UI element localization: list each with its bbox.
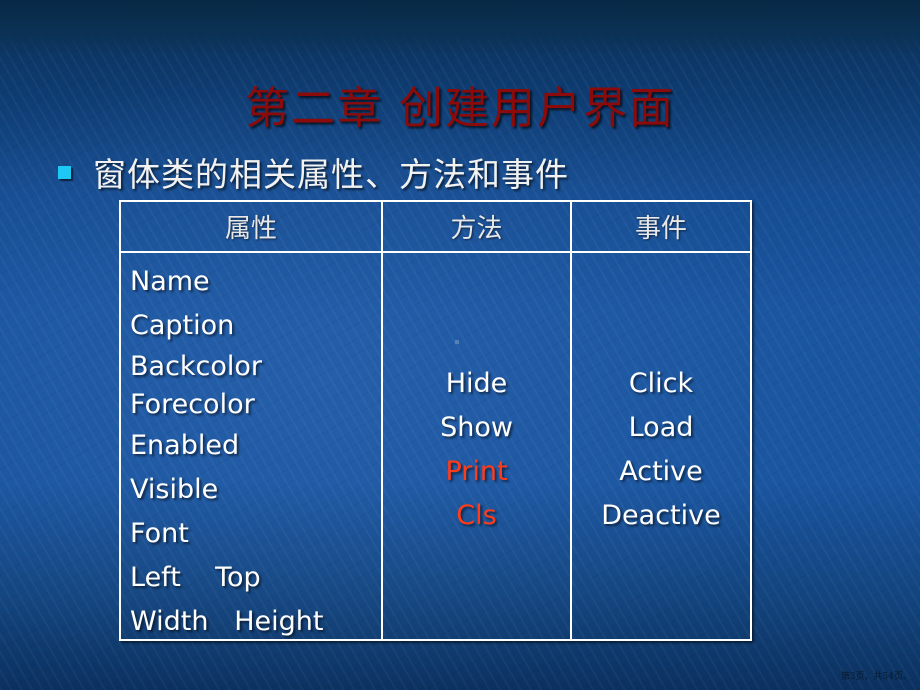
event-item: Active <box>619 456 703 487</box>
stray-mark <box>455 340 459 344</box>
property-item: Forecolor <box>130 389 255 420</box>
property-item: Visible <box>130 474 219 505</box>
bullet-item: 窗体类的相关属性、方法和事件 <box>58 148 569 196</box>
property-item: Caption <box>130 310 235 341</box>
header-band <box>0 0 920 55</box>
property-item: Enabled <box>130 430 240 461</box>
properties-list: Name Caption Backcolor Forecolor Enabled… <box>130 260 323 644</box>
property-item: Name <box>130 266 210 297</box>
event-item: Click <box>628 368 694 399</box>
form-members-table: 属性 方法 事件 Name Caption Backcolor Forecolo… <box>119 200 752 641</box>
property-item: Width Height <box>130 606 324 637</box>
header-properties: 属性 <box>224 214 277 244</box>
event-item: Deactive <box>601 500 721 531</box>
property-item: Font <box>130 518 189 549</box>
header-events: 事件 <box>634 214 687 244</box>
events-list: Click Load Active Deactive <box>572 362 750 538</box>
property-item: Backcolor <box>130 351 263 382</box>
method-item: Show <box>440 412 513 443</box>
method-item: Hide <box>445 368 508 399</box>
slide-title: 第二章 创建用户界面 <box>245 83 675 134</box>
methods-list: Hide Show Print Cls <box>383 362 570 538</box>
bullet-text: 窗体类的相关属性、方法和事件 <box>93 155 569 194</box>
square-bullet-icon <box>58 165 71 179</box>
event-item: Load <box>628 412 694 443</box>
header-divider <box>121 251 750 253</box>
method-item-highlighted: Cls <box>456 500 497 531</box>
page-indicator: 第3页，共54页。 <box>840 672 912 682</box>
method-item-highlighted: Print <box>445 456 508 487</box>
header-methods: 方法 <box>450 214 503 244</box>
property-item: Left Top <box>130 562 261 593</box>
